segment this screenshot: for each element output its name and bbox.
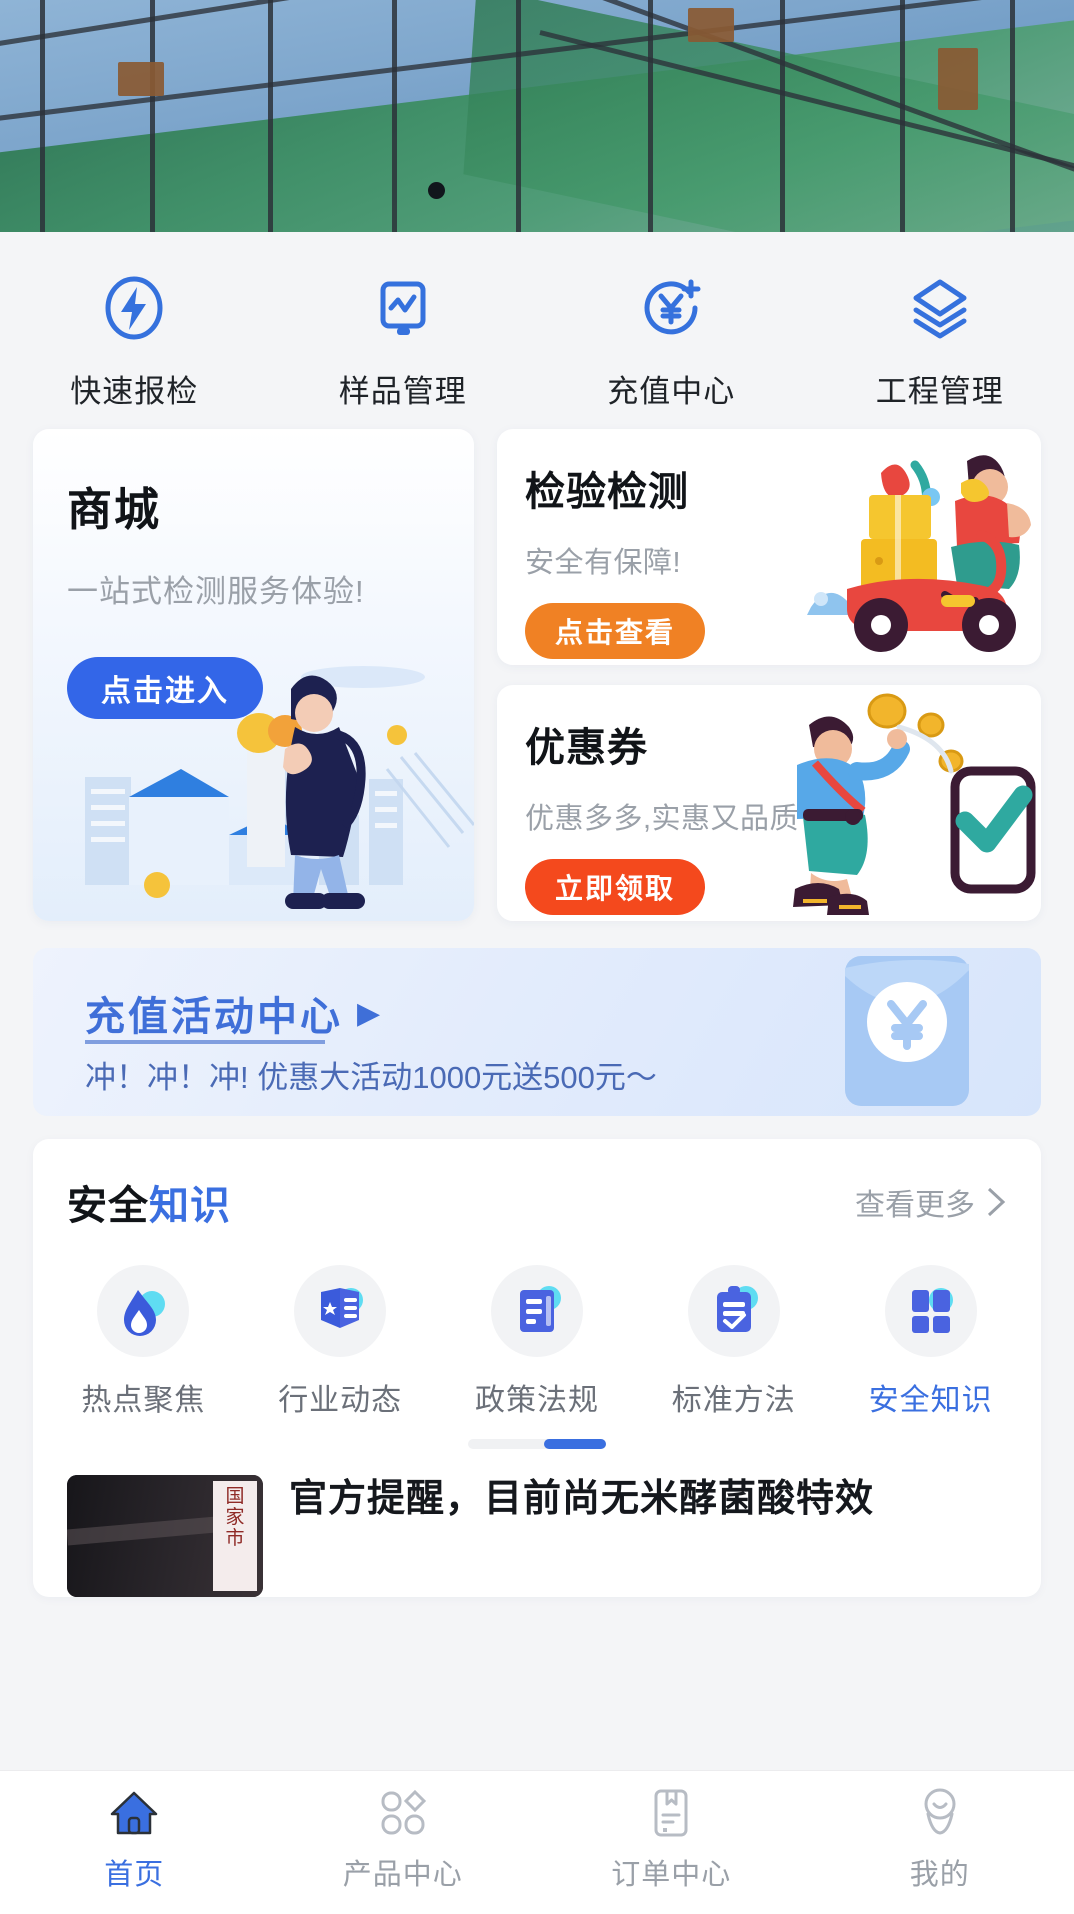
coin-toss-illustration xyxy=(793,693,1036,915)
quick-action-label: 样品管理 xyxy=(338,374,467,409)
category-scrollbar[interactable] xyxy=(468,1439,606,1449)
category-scrollbar-thumb[interactable] xyxy=(544,1439,606,1449)
app-root: 快速报检 样品管理 充值中心 工程管理 商城 一站式检测服务体验! 点击进入 检… xyxy=(0,0,1074,1914)
tab-label: 产品中心 xyxy=(342,1859,463,1891)
mall-card-body: 商城 一站式检测服务体验! 点击进入 xyxy=(33,429,474,719)
tab-home[interactable]: 首页 xyxy=(0,1787,269,1893)
recharge-title-underline xyxy=(85,1040,325,1044)
promo-card-mall[interactable]: 商城 一站式检测服务体验! 点击进入 xyxy=(33,429,474,921)
bottom-tab-bar: 首页 产品中心 订单中心 我的 xyxy=(0,1770,1074,1914)
quick-actions-row: 快速报检 样品管理 充值中心 工程管理 xyxy=(0,232,1074,429)
recharge-banner-subtitle: 冲！冲！冲! 优惠大活动1000元送500元～ xyxy=(85,1060,657,1095)
tab-product-center[interactable]: 产品中心 xyxy=(269,1787,538,1893)
tab-label: 订单中心 xyxy=(611,1859,732,1891)
tab-profile[interactable]: 我的 xyxy=(806,1787,1074,1893)
panel-title: 安全知识 xyxy=(67,1173,231,1231)
order-document-icon xyxy=(645,1787,697,1839)
grid-products-icon xyxy=(377,1787,429,1839)
scaffold-pole xyxy=(900,0,905,232)
layers-stack-icon xyxy=(902,270,978,346)
category-tab-hot-focus[interactable]: 热点聚焦 xyxy=(45,1265,242,1419)
safety-knowledge-panel: 安全知识 查看更多 热点聚焦 行业动态 政策法规 标准方法 安全知识 国 家 市… xyxy=(33,1139,1041,1597)
category-tabs: 热点聚焦 行业动态 政策法规 标准方法 安全知识 xyxy=(33,1231,1041,1419)
view-more-link[interactable]: 查看更多 xyxy=(855,1180,1007,1224)
scaffold-pole xyxy=(268,0,273,232)
promo-card-coupon[interactable]: 优惠券 优惠多多,实惠又品质 立即领取 xyxy=(497,685,1041,921)
inspection-title: 检验检测 xyxy=(525,470,689,514)
chevron-right-icon xyxy=(987,1187,1006,1217)
quick-action-label: 工程管理 xyxy=(875,374,1004,409)
mall-subtitle: 一站式检测服务体验! xyxy=(67,574,365,609)
inspection-card-body: 检验检测 安全有保障! 点击查看 xyxy=(525,459,706,659)
recharge-activity-banner[interactable]: 充值活动中心 ▶ 冲！冲！冲! 优惠大活动1000元送500元～ xyxy=(33,948,1041,1116)
sign-char: 市 xyxy=(225,1527,245,1549)
scaffold-pole xyxy=(150,0,155,232)
inspection-view-button[interactable]: 点击查看 xyxy=(525,603,706,659)
clipboard-check-icon xyxy=(687,1265,780,1357)
home-icon xyxy=(108,1787,160,1839)
play-arrow-icon: ▶ xyxy=(357,996,384,1030)
category-label: 标准方法 xyxy=(671,1384,796,1417)
promo-grid: 商城 一站式检测服务体验! 点击进入 检验检测 安全有保障! 点击查看 优惠券 … xyxy=(0,429,1074,921)
scaffold-pole xyxy=(392,0,397,232)
recharge-title-text: 充值活动中心 xyxy=(85,995,343,1039)
flame-drop-icon xyxy=(97,1265,190,1357)
carousel-indicator-dot[interactable] xyxy=(428,182,445,199)
badge-star-icon xyxy=(294,1265,387,1357)
tab-label: 我的 xyxy=(909,1859,970,1891)
panel-title-blue: 知识 xyxy=(149,1184,231,1228)
tab-label: 首页 xyxy=(104,1859,165,1891)
tab-order-center[interactable]: 订单中心 xyxy=(537,1787,806,1893)
news-title: 官方提醒，目前尚无米酵菌酸特效 xyxy=(289,1478,875,1520)
panel-title-dark: 安全 xyxy=(67,1184,149,1228)
category-tab-safety-knowledge[interactable]: 安全知识 xyxy=(832,1265,1029,1419)
news-list-item[interactable]: 国 家 市 官方提醒，目前尚无米酵菌酸特效 xyxy=(33,1449,1041,1597)
promo-right-column: 检验检测 安全有保障! 点击查看 优惠券 优惠多多,实惠又品质 立即领取 xyxy=(497,429,1041,921)
scaffold-pole xyxy=(516,0,521,232)
category-label: 安全知识 xyxy=(868,1384,993,1417)
scaffold-plank xyxy=(688,8,734,42)
category-label: 行业动态 xyxy=(278,1384,403,1417)
category-tab-standard-methods[interactable]: 标准方法 xyxy=(635,1265,832,1419)
red-envelope-yuan-icon xyxy=(845,956,969,1106)
category-tab-policy-regulation[interactable]: 政策法规 xyxy=(439,1265,636,1419)
sign-char: 家 xyxy=(225,1506,245,1528)
coupon-title: 优惠券 xyxy=(525,726,648,770)
grid-blocks-icon xyxy=(884,1265,977,1357)
scooter-delivery-illustration xyxy=(807,455,1031,652)
scaffold-plank xyxy=(118,62,164,96)
document-lines-icon xyxy=(490,1265,583,1357)
category-label: 热点聚焦 xyxy=(81,1384,206,1417)
category-label: 政策法规 xyxy=(474,1384,599,1417)
news-thumbnail: 国 家 市 xyxy=(67,1475,263,1597)
recharge-banner-title: 充值活动中心 ▶ xyxy=(85,984,383,1042)
scaffold-pole xyxy=(780,0,785,232)
coupon-card-body: 优惠券 优惠多多,实惠又品质 立即领取 xyxy=(525,715,799,915)
mall-enter-button[interactable]: 点击进入 xyxy=(67,657,263,719)
lightning-inspection-icon xyxy=(96,270,172,346)
quick-action-project-management[interactable]: 工程管理 xyxy=(806,270,1074,411)
quick-action-fast-inspection[interactable]: 快速报检 xyxy=(0,270,269,411)
quick-action-label: 快速报检 xyxy=(70,374,199,409)
panel-header: 安全知识 查看更多 xyxy=(33,1173,1041,1231)
inspection-subtitle: 安全有保障! xyxy=(525,547,682,579)
coupon-claim-button[interactable]: 立即领取 xyxy=(525,859,706,915)
coupon-subtitle: 优惠多多,实惠又品质 xyxy=(525,803,800,835)
scaffold-pole xyxy=(1010,0,1015,232)
sign-char: 国 xyxy=(225,1485,245,1507)
quick-action-recharge-center[interactable]: 充值中心 xyxy=(537,270,806,411)
quick-action-sample-management[interactable]: 样品管理 xyxy=(269,270,538,411)
monitor-chart-icon xyxy=(365,270,441,346)
hero-banner[interactable] xyxy=(0,0,1074,232)
mall-title: 商城 xyxy=(67,484,162,535)
news-thumbnail-sign: 国 家 市 xyxy=(213,1481,257,1591)
quick-action-label: 充值中心 xyxy=(607,374,736,409)
user-profile-icon xyxy=(914,1787,966,1839)
category-tab-industry-news[interactable]: 行业动态 xyxy=(242,1265,439,1419)
yuan-plus-icon xyxy=(633,270,709,346)
promo-card-inspection[interactable]: 检验检测 安全有保障! 点击查看 xyxy=(497,429,1041,665)
scaffold-plank xyxy=(938,48,978,110)
view-more-label: 查看更多 xyxy=(855,1189,975,1222)
